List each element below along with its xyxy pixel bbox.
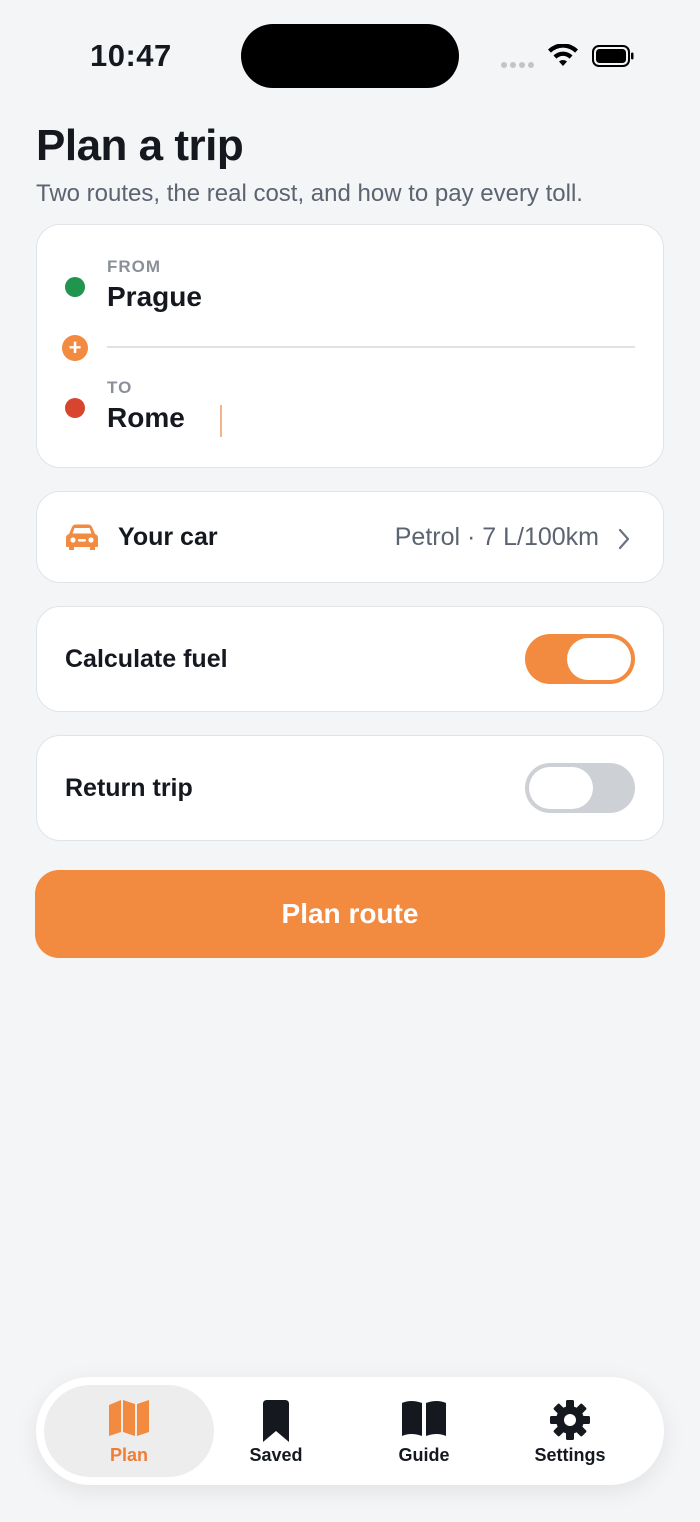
to-input[interactable] <box>107 402 627 434</box>
page-subtitle: Two routes, the real cost, and how to pa… <box>36 180 583 207</box>
calculate-fuel-toggle[interactable] <box>525 634 635 684</box>
toggle-knob <box>567 638 631 680</box>
book-icon <box>402 1401 446 1436</box>
from-label: FROM <box>107 257 162 276</box>
status-time: 10:47 <box>90 38 172 73</box>
page-title: Plan a trip <box>36 121 244 170</box>
tab-bar: Plan Saved Guide Settings <box>36 1377 664 1485</box>
plan-trip-screen: 10:47 Plan a trip Two routes, the real c… <box>0 0 700 1522</box>
dynamic-island <box>241 24 459 88</box>
car-selector-row[interactable]: Your car Petrol · 7 L/100km <box>36 491 664 583</box>
plan-route-button[interactable]: Plan route <box>35 870 665 958</box>
car-label: Your car <box>118 523 218 551</box>
tab-guide[interactable]: Guide <box>339 1385 509 1477</box>
add-stop-button[interactable]: + <box>62 335 88 361</box>
tab-plan-label: Plan <box>109 1445 148 1465</box>
battery-icon <box>592 45 634 67</box>
car-icon <box>66 524 98 550</box>
tab-saved[interactable]: Saved <box>191 1385 361 1477</box>
from-input[interactable] <box>107 281 627 313</box>
calculate-fuel-label: Calculate fuel <box>65 645 228 673</box>
tab-settings[interactable]: Settings <box>485 1385 655 1477</box>
calculate-fuel-row: Calculate fuel <box>36 606 664 712</box>
return-trip-toggle[interactable] <box>525 763 635 813</box>
destination-dot-icon <box>65 398 85 418</box>
to-label: TO <box>107 378 133 397</box>
bookmark-icon <box>263 1400 289 1442</box>
tab-settings-label: Settings <box>534 1445 606 1465</box>
tab-saved-label: Saved <box>249 1445 303 1465</box>
route-card: FROM + TO <box>36 224 664 468</box>
car-value: Petrol · 7 L/100km <box>394 523 599 551</box>
origin-dot-icon <box>65 277 85 297</box>
gear-icon <box>550 1400 590 1440</box>
cellular-signal-icon <box>501 62 534 68</box>
chevron-right-icon <box>618 528 630 550</box>
text-caret <box>220 405 222 437</box>
route-divider <box>107 346 635 348</box>
map-icon <box>109 1400 149 1436</box>
return-trip-row: Return trip <box>36 735 664 841</box>
tab-guide-label: Guide <box>398 1445 450 1465</box>
return-trip-label: Return trip <box>65 774 193 802</box>
toggle-knob <box>529 767 593 809</box>
wifi-icon <box>548 44 578 66</box>
tab-plan[interactable]: Plan <box>44 1385 214 1477</box>
